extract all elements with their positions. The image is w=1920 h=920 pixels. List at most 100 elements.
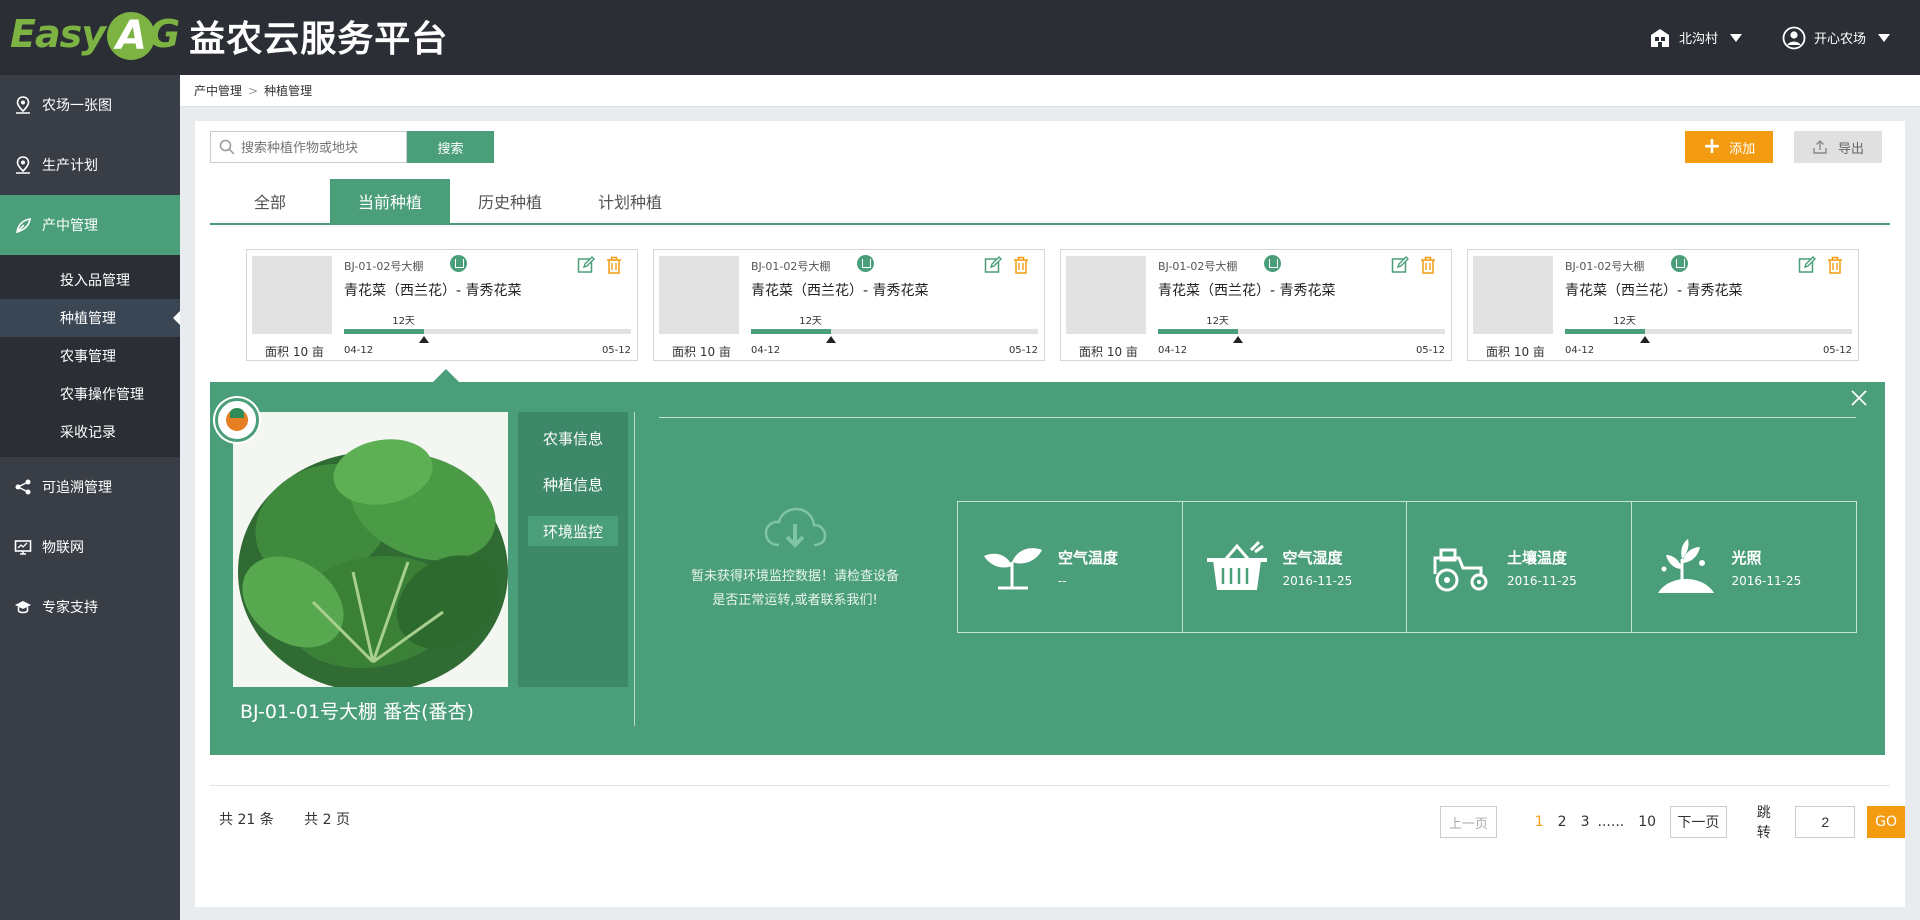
leaf-icon bbox=[16, 218, 31, 234]
days-label: 12天 bbox=[392, 316, 415, 327]
card-crop-name: 青花菜（西兰花）- 青秀花菜 bbox=[1158, 283, 1336, 299]
close-icon[interactable] bbox=[1851, 390, 1867, 406]
crop-thumbnail bbox=[1473, 256, 1553, 334]
tab-history[interactable]: 历史种植 bbox=[450, 179, 570, 223]
trash-icon[interactable] bbox=[1420, 256, 1436, 274]
sidebar-item-traceability[interactable]: 可追溯管理 bbox=[0, 457, 180, 517]
crop-thumbnail bbox=[659, 256, 739, 334]
search-button[interactable]: 搜索 bbox=[407, 131, 494, 163]
progress-marker-icon bbox=[826, 336, 837, 343]
sensor-light[interactable]: 光照 2016-11-25 bbox=[1632, 502, 1857, 632]
trash-icon[interactable] bbox=[1013, 256, 1029, 274]
top-bar: Easy AG 益农云服务平台 北沟村 开心农场 bbox=[0, 0, 1920, 75]
area-label: 面积 10 亩 bbox=[672, 345, 731, 359]
sensor-soil-temperature[interactable]: 土壤温度 2016-11-25 bbox=[1407, 502, 1632, 632]
detail-nav-environment[interactable]: 环境监控 bbox=[528, 516, 618, 546]
sprout-icon bbox=[984, 548, 1042, 590]
page-link[interactable]: 1 bbox=[1535, 814, 1544, 830]
page-link[interactable]: 2 bbox=[1558, 814, 1567, 830]
sensor-air-temperature[interactable]: 空气温度 -- bbox=[958, 502, 1183, 632]
search-icon bbox=[219, 139, 235, 155]
toolbar: 搜索 + 添加 导出 bbox=[210, 131, 1890, 165]
export-button-label: 导出 bbox=[1837, 141, 1864, 157]
planting-card[interactable]: 面积 10 亩 BJ-01-02号大棚 青花菜（西兰花）- 青秀花菜 12天 0… bbox=[653, 249, 1045, 361]
export-button[interactable]: 导出 bbox=[1794, 131, 1882, 163]
sidebar-item-label: 农场一张图 bbox=[42, 98, 112, 114]
detail-side-nav: 农事信息 种植信息 环境监控 bbox=[518, 412, 628, 687]
progress-fill bbox=[344, 329, 425, 334]
progress-marker-icon bbox=[1233, 336, 1244, 343]
top-right-menu: 北沟村 开心农场 bbox=[1609, 0, 1890, 75]
go-button[interactable]: GO bbox=[1867, 806, 1905, 838]
sidebar-subitem-label: 农事操作管理 bbox=[60, 387, 144, 403]
tab-all[interactable]: 全部 bbox=[210, 179, 330, 223]
sensor-air-humidity[interactable]: 空气湿度 2016-11-25 bbox=[1183, 502, 1407, 632]
search-input[interactable] bbox=[241, 139, 401, 155]
card-location: BJ-01-02号大棚 bbox=[344, 260, 424, 273]
page-link[interactable]: 10 bbox=[1638, 814, 1656, 830]
sensor-label: 空气湿度 bbox=[1282, 548, 1343, 567]
edit-icon[interactable] bbox=[577, 256, 595, 274]
village-selector[interactable]: 北沟村 bbox=[1649, 27, 1742, 49]
planting-card-list: 面积 10 亩 BJ-01-02号大棚 青花菜（西兰花）- 青秀花菜 12天 0… bbox=[246, 249, 1866, 361]
upload-icon bbox=[1813, 140, 1827, 154]
trash-icon[interactable] bbox=[606, 256, 622, 274]
progress-fill bbox=[1158, 329, 1239, 334]
logo[interactable]: Easy AG 益农云服务平台 bbox=[10, 8, 448, 64]
crop-thumbnail bbox=[1066, 256, 1146, 334]
detail-nav-planting-info[interactable]: 种植信息 bbox=[528, 464, 618, 504]
logo-mark: Easy AG bbox=[10, 11, 180, 61]
sidebar-item-production-plan[interactable]: 生产计划 bbox=[0, 135, 180, 195]
sidebar-item-farm-map[interactable]: 农场一张图 bbox=[0, 75, 180, 135]
edit-icon[interactable] bbox=[984, 256, 1002, 274]
share-icon bbox=[15, 479, 31, 495]
trash-icon[interactable] bbox=[1827, 256, 1843, 274]
tab-planned[interactable]: 计划种植 bbox=[570, 179, 690, 223]
progress-marker-icon bbox=[419, 336, 430, 343]
next-page-button[interactable]: 下一页 bbox=[1670, 806, 1727, 838]
planting-card[interactable]: 面积 10 亩 BJ-01-02号大棚 青花菜（西兰花）- 青秀花菜 12天 0… bbox=[1060, 249, 1452, 361]
sidebar-item-production-management[interactable]: 产中管理 bbox=[0, 195, 180, 255]
sensor-value: 2016-11-25 bbox=[1282, 573, 1353, 588]
search-box bbox=[210, 131, 407, 163]
start-date: 04-12 bbox=[751, 345, 781, 356]
breadcrumb: 产中管理 > 种植管理 bbox=[180, 75, 1920, 107]
chevron-down-icon bbox=[1729, 33, 1742, 42]
jump-page-input[interactable] bbox=[1795, 806, 1856, 838]
sidebar-subitem-farming[interactable]: 农事管理 bbox=[0, 337, 180, 375]
prev-page-button[interactable]: 上一页 bbox=[1440, 806, 1497, 838]
account-name: 开心农场 bbox=[1813, 32, 1866, 47]
pagination-divider bbox=[210, 785, 1890, 786]
building-icon bbox=[1650, 28, 1669, 47]
edit-icon[interactable] bbox=[1798, 256, 1816, 274]
sidebar-subitem-harvest[interactable]: 采收记录 bbox=[0, 413, 180, 451]
page-ellipsis: ...... bbox=[1597, 814, 1625, 830]
breadcrumb-parent[interactable]: 产中管理 bbox=[194, 82, 242, 99]
empty-state: 暂未获得环境监控数据！请检查设备 是否正常运转,或者联系我们! bbox=[690, 507, 900, 613]
add-button[interactable]: + 添加 bbox=[1685, 131, 1773, 163]
planting-card[interactable]: 面积 10 亩 BJ-01-02号大棚 青花菜（西兰花）- 青秀花菜 12天 0… bbox=[246, 249, 638, 361]
progress-fill bbox=[751, 329, 832, 334]
empty-message-line-1: 暂未获得环境监控数据！请检查设备 bbox=[690, 569, 899, 584]
sidebar-subitem-inputs[interactable]: 投入品管理 bbox=[0, 261, 180, 299]
sidebar-subitem-planting[interactable]: 种植管理 bbox=[0, 299, 180, 337]
edit-icon[interactable] bbox=[1391, 256, 1409, 274]
sensor-label: 光照 bbox=[1731, 548, 1762, 567]
sidebar-item-iot[interactable]: 物联网 bbox=[0, 517, 180, 577]
sidebar-subitem-label: 种植管理 bbox=[60, 311, 116, 327]
detail-nav-farming-info[interactable]: 农事信息 bbox=[528, 418, 618, 458]
area-label: 面积 10 亩 bbox=[265, 345, 324, 359]
chevron-down-icon bbox=[1878, 33, 1890, 42]
main-panel: 搜索 + 添加 导出 全部 当前种植 历史种植 计划种植 面积 10 亩 BJ-… bbox=[195, 121, 1905, 907]
page-link[interactable]: 3 bbox=[1581, 814, 1590, 830]
sidebar-item-expert-support[interactable]: 专家支持 bbox=[0, 577, 180, 637]
sidebar-subitem-label: 采收记录 bbox=[60, 425, 116, 441]
tab-current[interactable]: 当前种植 bbox=[330, 179, 450, 223]
sidebar-item-label: 产中管理 bbox=[42, 218, 98, 234]
planting-card[interactable]: 面积 10 亩 BJ-01-02号大棚 青花菜（西兰花）- 青秀花菜 12天 0… bbox=[1467, 249, 1859, 361]
sidebar-subitem-farming-ops[interactable]: 农事操作管理 bbox=[0, 375, 180, 413]
start-date: 04-12 bbox=[1158, 345, 1188, 356]
start-date: 04-12 bbox=[344, 345, 374, 356]
account-selector[interactable]: 开心农场 bbox=[1782, 26, 1890, 50]
detail-title: BJ-01-01号大棚 番杏(番杏) bbox=[240, 701, 474, 723]
